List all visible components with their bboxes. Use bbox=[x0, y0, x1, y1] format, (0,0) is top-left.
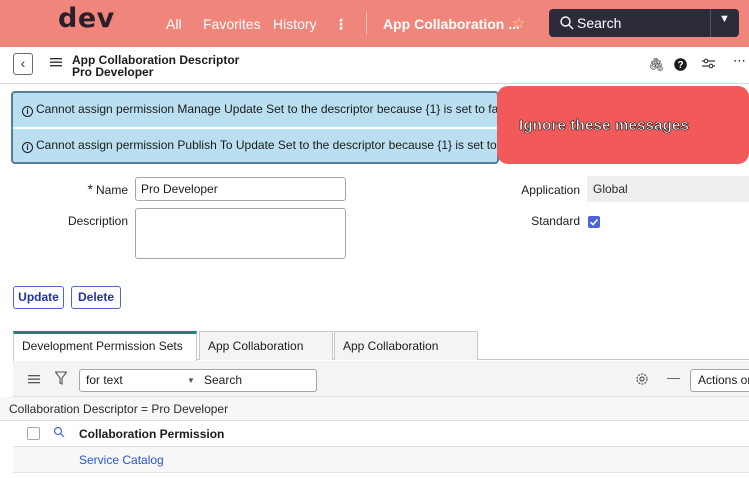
nav-favorites[interactable]: Favorites bbox=[203, 16, 261, 32]
checkmark-icon bbox=[589, 218, 599, 226]
application-label: Application bbox=[521, 183, 580, 197]
filter-icon[interactable] bbox=[55, 371, 67, 385]
instance-logo[interactable]: dev bbox=[58, 3, 115, 34]
standard-checkbox[interactable] bbox=[588, 216, 600, 228]
search-divider bbox=[710, 9, 711, 37]
table-row bbox=[13, 473, 749, 478]
settings-sliders-icon[interactable] bbox=[702, 58, 715, 70]
list-breadcrumb[interactable]: Collaboration Descriptor = Pro Developer bbox=[0, 397, 749, 421]
annotation-callout: Ignore these messages bbox=[497, 86, 749, 164]
search-label: Search bbox=[577, 15, 622, 31]
search-field-select[interactable]: for text ▼ bbox=[79, 369, 213, 392]
select-all-checkbox[interactable] bbox=[27, 427, 40, 440]
tab-app-collaboration-groups[interactable]: App Collaboration Groups bbox=[334, 331, 478, 381]
help-icon[interactable]: ? bbox=[674, 58, 687, 71]
chevron-down-icon[interactable]: ▼ bbox=[719, 13, 730, 25]
info-icon: i bbox=[22, 142, 33, 153]
delete-button[interactable]: Delete bbox=[71, 286, 121, 309]
search-icon[interactable] bbox=[53, 426, 65, 438]
nav-more-menu[interactable]: ⋮ bbox=[334, 16, 348, 33]
name-label-text: Name bbox=[95, 183, 128, 197]
paperclip-icon[interactable]: 🖇 bbox=[648, 57, 665, 73]
info-message-text: Cannot assign permission Manage Update S… bbox=[36, 102, 499, 116]
list-column-header: Collaboration Permission bbox=[13, 421, 749, 447]
tab-development-permission-sets[interactable]: Development Permission Sets (23) bbox=[13, 331, 197, 378]
back-button[interactable]: ‹ bbox=[13, 53, 33, 75]
info-message-text: Cannot assign permission Publish To Upda… bbox=[36, 138, 499, 152]
form-subtitle: Pro Developer bbox=[72, 65, 154, 79]
update-button[interactable]: Update bbox=[13, 286, 64, 309]
more-options-icon[interactable]: ⋯ bbox=[733, 53, 746, 69]
info-icon: i bbox=[22, 106, 33, 117]
standard-label: Standard bbox=[531, 214, 580, 228]
related-list-tabs: Development Permission Sets (23) App Col… bbox=[13, 331, 749, 381]
application-field: Global bbox=[587, 176, 749, 202]
info-message: i Cannot assign permission Publish To Upd… bbox=[13, 129, 497, 162]
top-navigation-bar: dev All Favorites History ⋮ App Collabor… bbox=[0, 0, 749, 47]
collapse-icon[interactable]: — bbox=[667, 370, 680, 385]
list-toolbar: for text ▼ Search — Actions on bbox=[13, 361, 749, 397]
info-message: i Cannot assign permission Manage Update … bbox=[13, 93, 497, 126]
hamburger-menu-icon[interactable] bbox=[50, 56, 62, 68]
table-row: Service Catalog bbox=[13, 447, 749, 473]
gear-icon[interactable] bbox=[635, 372, 649, 386]
nav-history[interactable]: History bbox=[273, 16, 317, 32]
list-menu-icon[interactable] bbox=[28, 373, 40, 385]
list-search-input[interactable]: Search bbox=[199, 369, 317, 392]
actions-select[interactable]: Actions on bbox=[690, 369, 749, 392]
name-label: * Name bbox=[60, 181, 128, 197]
name-field[interactable]: Pro Developer bbox=[135, 177, 346, 201]
description-field[interactable] bbox=[135, 208, 346, 259]
tab-app-collaboration-users[interactable]: App Collaboration Users bbox=[199, 331, 333, 381]
svg-text:?: ? bbox=[677, 60, 683, 71]
form-header: ‹ App Collaboration Descriptor Pro Devel… bbox=[0, 47, 749, 84]
global-search[interactable]: Search ▼ bbox=[549, 9, 739, 37]
column-collaboration-permission[interactable]: Collaboration Permission bbox=[79, 427, 224, 441]
annotation-text: Ignore these messages bbox=[519, 117, 690, 135]
nav-all[interactable]: All bbox=[166, 16, 182, 32]
nav-separator bbox=[366, 12, 367, 35]
info-messages: i Cannot assign permission Manage Update … bbox=[11, 91, 499, 164]
required-asterisk-icon: * bbox=[87, 181, 93, 197]
description-label: Description bbox=[67, 214, 128, 228]
star-icon[interactable]: ☆ bbox=[512, 14, 525, 32]
search-icon bbox=[560, 16, 574, 30]
chevron-down-icon: ▼ bbox=[187, 376, 195, 385]
row-link[interactable]: Service Catalog bbox=[79, 453, 164, 467]
search-field-select-value: for text bbox=[86, 373, 123, 387]
app-scope-tab[interactable]: App Collaboration ... bbox=[383, 16, 520, 32]
